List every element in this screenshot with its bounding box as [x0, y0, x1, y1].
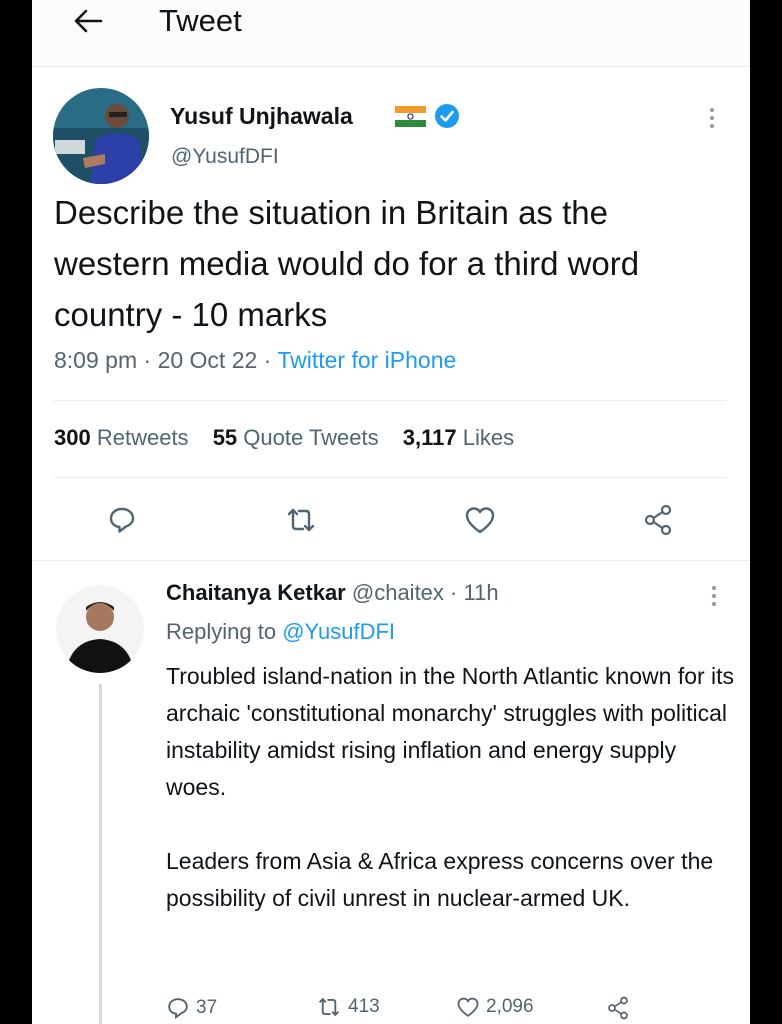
top-app-bar: Tweet: [32, 0, 750, 67]
reply-retweet-button[interactable]: 413: [316, 996, 380, 1018]
reply-paragraph: Troubled island-nation in the North Atla…: [166, 663, 735, 800]
reply-count: 37: [196, 997, 218, 1018]
likes-count: 3,117: [402, 425, 457, 450]
retweet-count: 413: [348, 996, 380, 1017]
tweet-source-link[interactable]: Twitter for iPhone: [277, 347, 456, 373]
meta-separator: ·: [443, 580, 464, 605]
divider: [54, 477, 726, 478]
reply-paragraph: Leaders from Asia & Africa express conce…: [166, 848, 714, 911]
share-icon: [644, 504, 672, 536]
retweets-count: 300: [54, 425, 91, 450]
retweet-icon: [318, 997, 340, 1017]
heart-icon: [465, 507, 495, 534]
like-count: 2,096: [486, 996, 534, 1017]
quotes-label: Quote Tweets: [243, 425, 379, 450]
reply-reply-button[interactable]: 37: [166, 996, 217, 1020]
divider: [32, 560, 750, 561]
retweets-label: Retweets: [96, 425, 189, 450]
reply-share-button[interactable]: [606, 996, 636, 1020]
quote-tweets-stat[interactable]: 55 Quote Tweets: [213, 425, 379, 450]
likes-label: Likes: [462, 425, 515, 450]
reply-action-bar: 37 413 2,096: [166, 996, 726, 1024]
tweet-date[interactable]: 20 Oct 22: [158, 347, 258, 373]
page-title: Tweet: [159, 3, 242, 38]
reply-icon: [168, 998, 188, 1020]
reply-like-button[interactable]: 2,096: [456, 996, 534, 1018]
divider: [54, 400, 726, 401]
like-button[interactable]: [460, 500, 500, 540]
retweet-button[interactable]: [281, 500, 321, 540]
reply-author-handle[interactable]: @chaitex: [352, 580, 444, 605]
reply-age[interactable]: 11h: [463, 580, 498, 605]
more-options-icon[interactable]: [704, 582, 724, 610]
reply-text: Troubled island-nation in the North Atla…: [166, 658, 736, 954]
reply-header: Chaitanya Ketkar @chaitex · 11h: [166, 580, 499, 606]
retweet-icon: [287, 508, 315, 532]
retweets-stat[interactable]: 300 Retweets: [54, 425, 189, 450]
avatar-photo: [53, 88, 149, 184]
author-avatar[interactable]: [53, 88, 149, 184]
more-options-icon[interactable]: [702, 104, 722, 132]
reply-icon: [109, 507, 135, 533]
likes-stat[interactable]: 3,117 Likes: [403, 425, 514, 450]
replying-to-label: Replying to: [166, 619, 277, 644]
meta-separator: ·: [257, 347, 278, 373]
reply-button[interactable]: [102, 500, 142, 540]
back-button[interactable]: [68, 4, 108, 38]
tweet-text: Describe the situation in Britain as the…: [54, 194, 640, 333]
reply-author-name[interactable]: Chaitanya Ketkar: [166, 580, 346, 605]
share-button[interactable]: [638, 500, 678, 540]
verified-badge-icon: [435, 104, 459, 128]
tweet-screen: Tweet Yusuf Unjhawala @YusufDFI Describe…: [32, 0, 750, 1024]
replying-to: Replying to @YusufDFI: [166, 619, 395, 645]
arrow-left-icon: [74, 9, 103, 33]
replying-to-handle[interactable]: @YusufDFI: [282, 619, 395, 644]
avatar-photo: [56, 585, 144, 673]
meta-separator: ·: [137, 347, 158, 373]
author-name[interactable]: Yusuf Unjhawala: [170, 103, 353, 130]
quotes-count: 55: [212, 425, 238, 450]
heart-icon: [457, 997, 479, 1017]
tweet-stats: 300 Retweets 55 Quote Tweets 3,117 Likes: [54, 425, 514, 451]
thread-line: [99, 684, 102, 1024]
tweet-timestamp: 8:09 pm · 20 Oct 22 · Twitter for iPhone: [54, 347, 456, 374]
india-flag-icon: [395, 106, 426, 127]
tweet-time[interactable]: 8:09 pm: [54, 347, 137, 373]
share-icon: [608, 996, 628, 1020]
author-handle[interactable]: @YusufDFI: [171, 145, 279, 169]
reply-author-avatar[interactable]: [56, 585, 144, 673]
